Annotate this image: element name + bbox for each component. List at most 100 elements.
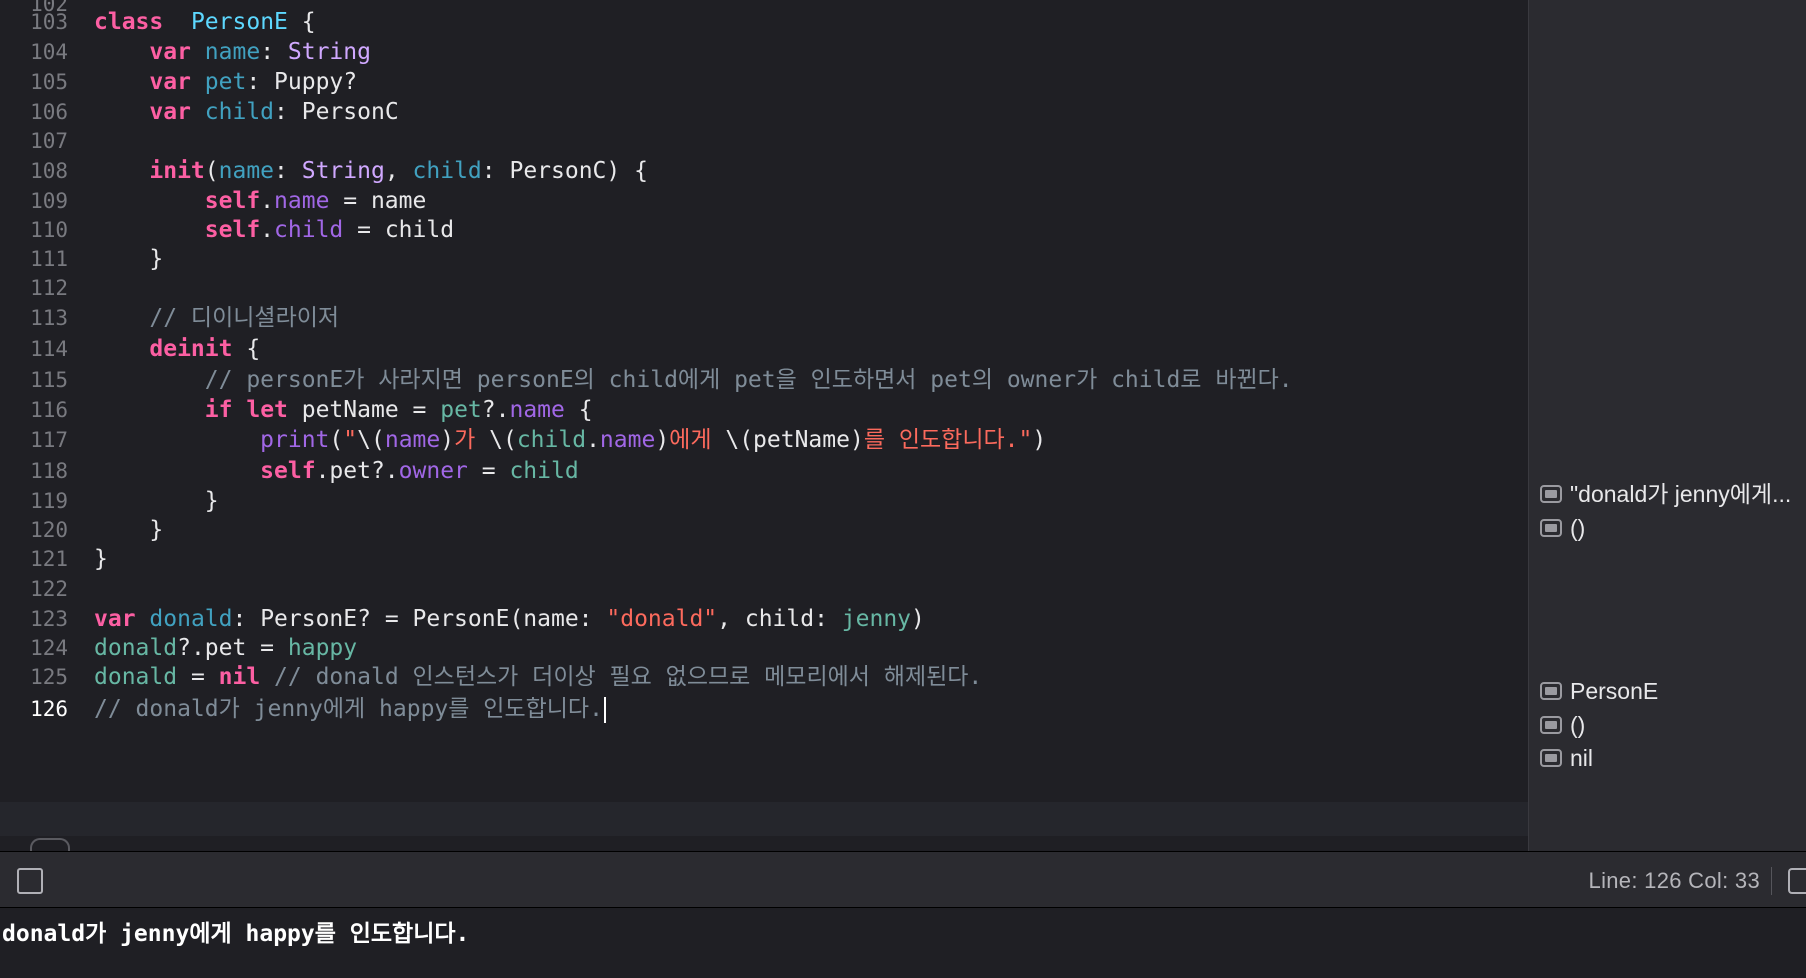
quicklook-icon[interactable]: [1540, 484, 1562, 503]
quicklook-icon[interactable]: [1540, 748, 1562, 767]
code-token: ": [343, 427, 358, 453]
line-number: 121: [30, 547, 68, 571]
code-line[interactable]: donald = nil // donald 인스턴스가 더이상 필요 없으므로…: [94, 660, 982, 694]
result-item[interactable]: (): [1540, 710, 1804, 740]
code-line[interactable]: // 디이니셜라이저: [94, 301, 339, 335]
code-token: if: [204, 397, 233, 423]
code-token: ?.: [481, 397, 510, 423]
debug-console[interactable]: donald가 jenny에게 happy를 인도합니다.: [0, 908, 1806, 978]
console-toggle-icon[interactable]: [17, 868, 43, 894]
panel-toggle-icon[interactable]: [1788, 868, 1806, 894]
line-number: 117: [30, 428, 68, 452]
code-token: :: [260, 39, 288, 65]
code-line[interactable]: print("\(name)가 \(child.name)에게 \(petNam…: [94, 423, 1046, 457]
code-token: name: [218, 158, 275, 184]
code-line[interactable]: var child: PersonC: [94, 95, 398, 129]
line-number: 126: [30, 697, 68, 721]
code-line[interactable]: deinit {: [94, 332, 260, 366]
code-line[interactable]: // personE가 사라지면 personE의 child에게 pet을 인…: [94, 363, 1293, 397]
code-token: ?.pet =: [177, 635, 288, 661]
result-item[interactable]: (): [1540, 513, 1804, 543]
quicklook-icon[interactable]: [1540, 681, 1562, 700]
code-token: , child:: [717, 606, 842, 632]
code-token: = child: [343, 217, 455, 243]
result-value: (): [1570, 515, 1586, 541]
line-number-gutter: 102 103 104 105 106 107 108 109 110 111 112 113 114 1…: [0, 0, 80, 851]
quicklook-icon[interactable]: [1540, 715, 1562, 734]
result-item[interactable]: nil: [1540, 743, 1804, 773]
code-token: ,: [384, 158, 413, 184]
code-token: (: [204, 158, 219, 184]
line-number: 105: [30, 70, 68, 94]
code-token: {: [564, 397, 593, 423]
code-line[interactable]: var name: String: [94, 35, 371, 69]
status-separator: [1771, 867, 1772, 895]
code-token: .: [260, 188, 275, 214]
code-token: deinit: [149, 336, 233, 362]
code-token: }: [94, 517, 164, 543]
code-line[interactable]: self.pet?.owner = child: [94, 454, 579, 488]
line-number: 125: [30, 665, 68, 689]
result-value: (): [1570, 712, 1586, 738]
code-line[interactable]: class PersonE {: [94, 5, 316, 39]
code-token: petName =: [287, 397, 441, 423]
code-token: String: [287, 39, 371, 65]
code-token: : PersonC) {: [481, 158, 648, 184]
code-token: donald: [94, 635, 178, 661]
code-token: name: [274, 188, 330, 214]
line-number: 108: [30, 159, 68, 183]
code-token: =: [467, 458, 510, 484]
code-token: }: [94, 488, 219, 514]
code-line[interactable]: }: [94, 242, 163, 276]
code-token: child: [274, 217, 344, 243]
code-token: \(petName): [725, 427, 864, 453]
code-line[interactable]: if let petName = pet?.name {: [94, 393, 593, 427]
fold-ribbon-icon[interactable]: [30, 838, 70, 851]
code-token: self: [204, 188, 261, 214]
line-number: 103: [30, 10, 68, 34]
code-token: .pet?.: [315, 458, 399, 484]
code-token: // personE가 사라지면 personE의 child에게 pet을 인…: [204, 367, 1293, 393]
code-token: var: [149, 39, 191, 65]
code-token: // donald가 jenny에게 happy를 인도합니다.: [94, 696, 603, 722]
line-number: 116: [30, 398, 68, 422]
line-col-indicator: Line: 126 Col: 33: [1588, 868, 1760, 893]
code-token: = name: [329, 188, 427, 214]
result-item[interactable]: PersonE: [1540, 676, 1804, 706]
code-line[interactable]: }: [94, 542, 108, 576]
code-token: child: [204, 99, 275, 125]
code-line[interactable]: var pet: Puppy?: [94, 65, 357, 99]
result-item[interactable]: "donald가 jenny에게...: [1540, 479, 1804, 509]
code-token: owner: [398, 458, 468, 484]
code-token: self: [204, 217, 261, 243]
status-bar: Line: 126 Col: 33: [0, 851, 1806, 908]
code-token: 에게: [669, 427, 726, 453]
code-token: }: [94, 546, 108, 572]
code-token: name: [599, 427, 656, 453]
line-number: 112: [30, 276, 68, 300]
result-value: PersonE: [1570, 678, 1659, 704]
code-token: .: [260, 217, 275, 243]
code-line[interactable]: // donald가 jenny에게 happy를 인도합니다.: [94, 692, 606, 726]
code-token: "donald": [606, 606, 718, 632]
code-editor[interactable]: 102 103 104 105 106 107 108 109 110 111 112 113 114 1…: [0, 0, 1528, 851]
code-token: name: [509, 397, 565, 423]
code-token: child: [516, 427, 587, 453]
code-token: ): [1032, 427, 1047, 453]
code-token: {: [287, 9, 316, 35]
code-token: =: [177, 664, 219, 690]
quicklook-icon[interactable]: [1540, 518, 1562, 537]
code-token: ): [440, 427, 455, 453]
line-number: 115: [30, 368, 68, 392]
line-number: 104: [30, 40, 68, 64]
code-line[interactable]: init(name: String, child: PersonC) {: [94, 154, 648, 188]
